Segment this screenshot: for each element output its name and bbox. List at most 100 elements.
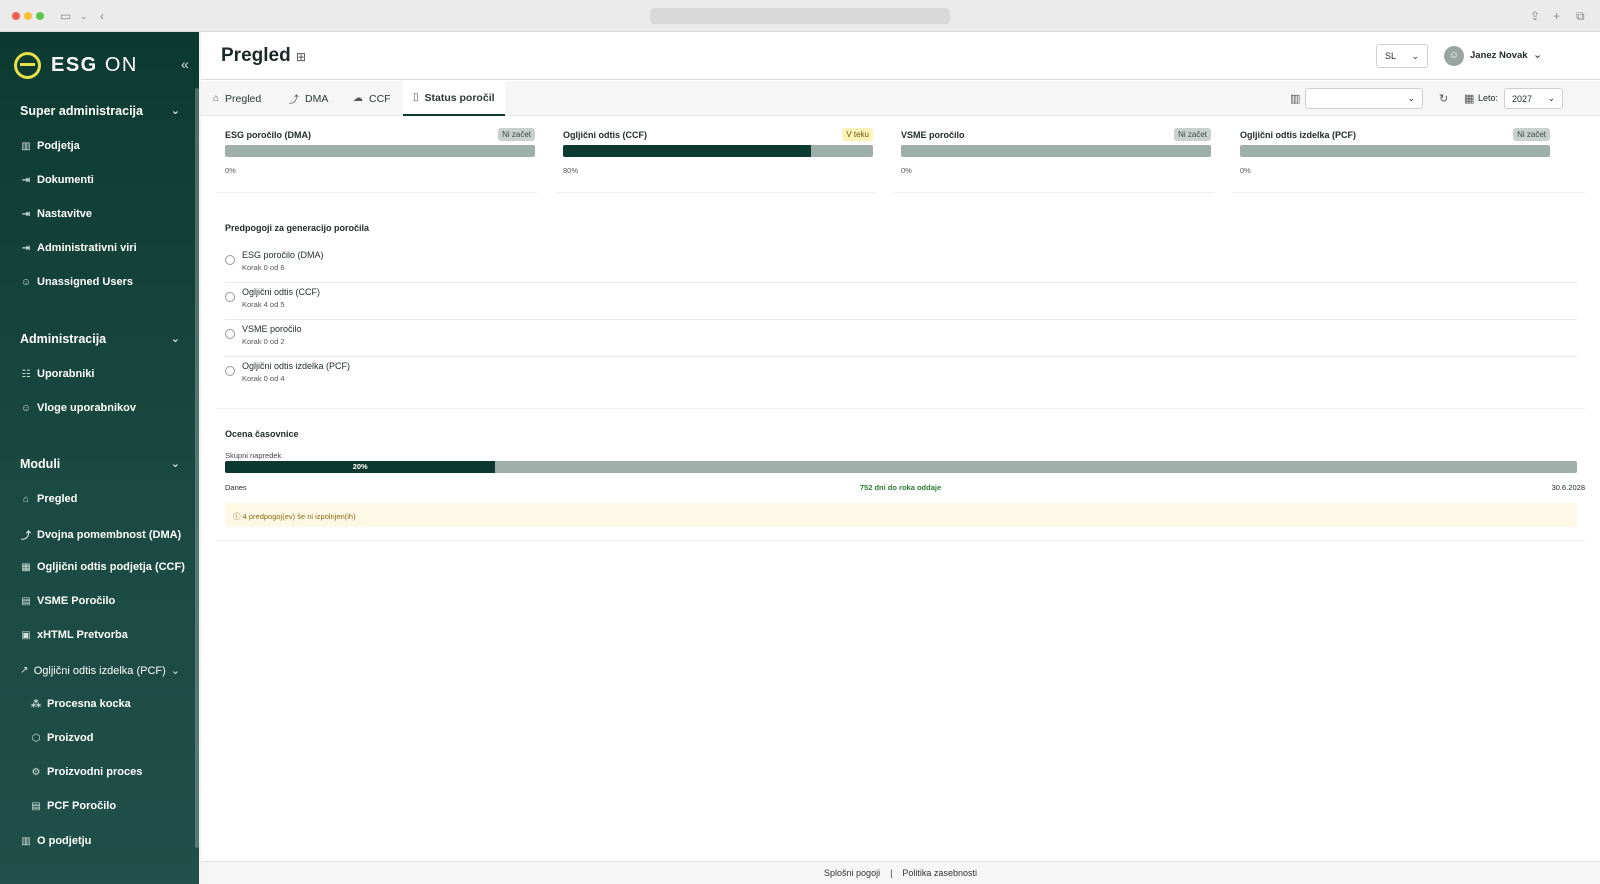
section-divider	[217, 540, 1585, 541]
chevron-down-icon: ⌄	[170, 458, 180, 470]
user-icon: ☺	[20, 276, 32, 288]
card-divider	[556, 192, 876, 193]
warning-message: ⓘ 4 predpogoj(ev) še ni izpolnjen(ih)	[225, 503, 1577, 527]
back-icon[interactable]: ‹	[100, 8, 104, 24]
days-remaining: 752 dni do roka oddaje	[859, 483, 942, 492]
share-icon[interactable]: ⇪	[1530, 8, 1540, 24]
user-name[interactable]: Janez Novak	[1470, 50, 1528, 61]
tab-dma[interactable]: ⤴ DMA	[279, 81, 338, 116]
building-icon: ▥	[21, 140, 31, 152]
year-label: Leto:	[1478, 93, 1499, 103]
status-radio-icon[interactable]	[225, 329, 235, 339]
prerequisite-item[interactable]: Ogljični odtis izdelka (PCF) Korak 0 od …	[225, 358, 1577, 394]
user-cog-icon: ☺	[20, 402, 32, 414]
sidebar-item-procesna-kocka[interactable]: ⁂ Procesna kocka	[30, 698, 131, 710]
sidebar-item-proizvod[interactable]: ⬡ Proizvod	[30, 732, 94, 744]
minimize-window-icon[interactable]	[24, 12, 32, 20]
sidebar-item-o-podjetju[interactable]: ▥ O podjetju	[20, 835, 91, 847]
progress-bar	[1240, 145, 1550, 157]
tabs-overview-icon[interactable]: ⧉	[1576, 8, 1585, 24]
home-icon: ⌂	[22, 493, 30, 505]
progress-bar	[563, 145, 873, 157]
status-radio-icon[interactable]	[225, 292, 235, 302]
status-badge: V teku	[842, 128, 873, 141]
grid-icon[interactable]: ⊞	[296, 50, 306, 64]
report-name: Ogljični odtis (CCF)	[563, 130, 647, 140]
sidebar-toggle-icon[interactable]: ▭	[60, 8, 71, 24]
home-icon: ⌂	[213, 93, 220, 104]
prerequisite-name: VSME poročilo	[242, 324, 302, 334]
terms-link[interactable]: Splošni pogoji	[824, 868, 880, 878]
progress-percent: 0%	[225, 166, 236, 175]
factory-icon: ▦	[21, 561, 31, 573]
close-window-icon[interactable]	[12, 12, 20, 20]
chart-icon: ⤴	[289, 95, 299, 106]
progress-percent: 0%	[1240, 166, 1251, 175]
prerequisite-item[interactable]: Ogljični odtis (CCF) Korak 4 od 5	[225, 284, 1577, 320]
sidebar-item-pcf[interactable]: ↗ Ogljični odtis izdelka (PCF) ⌄	[20, 664, 180, 678]
tab-ccf[interactable]: ☁ CCF	[343, 81, 401, 116]
sidebar-item-pcf-porocilo[interactable]: ▤ PCF Poročilo	[30, 800, 116, 812]
sidebar-item-nastavitve[interactable]: ⇥ Nastavitve	[20, 208, 92, 220]
tab-status-porocil[interactable]: ▯ Status poročil	[403, 81, 505, 116]
chart-icon: ⤴	[21, 531, 31, 542]
sidebar-item-administrativni-viri[interactable]: ⇥ Administrativni viri	[20, 242, 137, 254]
status-radio-icon[interactable]	[225, 366, 235, 376]
progress-bar	[901, 145, 1211, 157]
chevron-down-icon[interactable]: ⌄	[80, 8, 88, 24]
tab-pregled[interactable]: ⌂ Pregled	[203, 81, 271, 116]
sidebar-item-vsme[interactable]: ▤ VSME Poročilo	[20, 595, 115, 607]
progress-percent: 80%	[563, 166, 579, 175]
sidebar-item-uporabniki[interactable]: ☷ Uporabniki	[20, 368, 95, 380]
prerequisite-step: Korak 0 od 6	[242, 263, 285, 272]
footer-separator: |	[890, 868, 893, 878]
file-icon: ▯	[413, 92, 419, 103]
status-radio-icon[interactable]	[225, 255, 235, 265]
brand-name: ESG ON	[51, 53, 138, 76]
cloud-icon: ☁	[353, 93, 363, 104]
section-moduli[interactable]: Moduli ⌄	[20, 457, 180, 471]
card-divider	[1233, 192, 1585, 193]
footer: Splošni pogoji | Politika zasebnosti	[201, 861, 1600, 884]
year-select[interactable]: 2027 ⌄	[1504, 88, 1563, 109]
prerequisite-item[interactable]: VSME poročilo Korak 0 od 2	[225, 321, 1577, 357]
prerequisite-name: Ogljični odtis (CCF)	[242, 287, 321, 297]
building-icon: ▥	[1290, 93, 1301, 105]
line-chart-icon: ↗	[20, 665, 29, 676]
prerequisite-step: Korak 0 od 4	[242, 374, 285, 383]
sidebar-scrollbar[interactable]	[195, 88, 199, 848]
overall-progress-label: Skupni napredek	[225, 451, 282, 460]
collapse-sidebar-icon[interactable]: «	[181, 56, 189, 72]
sidebar-item-podjetja[interactable]: ▥ Podjetja	[20, 140, 80, 152]
brand-logo[interactable]: ESG ON	[14, 50, 138, 80]
card-divider	[217, 192, 537, 193]
chevron-down-icon: ⌄	[170, 333, 180, 345]
section-super-administracija[interactable]: Super administracija ⌄	[20, 104, 180, 118]
overall-progress-fill: 20%	[225, 461, 496, 473]
sidebar-item-vloge-uporabnikov[interactable]: ☺ Vloge uporabnikov	[20, 402, 136, 414]
section-administracija[interactable]: Administracija ⌄	[20, 332, 180, 346]
privacy-link[interactable]: Politika zasebnosti	[902, 868, 977, 878]
sidebar-item-dma[interactable]: ⤴ Dvojna pomembnost (DMA)	[20, 527, 181, 543]
prerequisite-item[interactable]: ESG poročilo (DMA) Korak 0 od 6	[225, 247, 1577, 283]
refresh-icon[interactable]: ↻	[1439, 92, 1448, 105]
language-select[interactable]: SL ⌄	[1376, 44, 1428, 68]
sidebar-item-proizvodni-proces[interactable]: ⚙ Proizvodni proces	[30, 766, 143, 778]
chevron-down-icon[interactable]: ⌄	[1533, 48, 1542, 61]
chevron-down-icon: ⌄	[1411, 50, 1419, 61]
sidebar-item-xhtml[interactable]: ▣ xHTML Pretvorba	[20, 629, 128, 641]
sidebar-item-pregled[interactable]: ⌂ Pregled	[20, 493, 77, 505]
address-bar[interactable]	[650, 8, 950, 24]
avatar[interactable]: ☺	[1444, 46, 1464, 66]
sidebar-item-ccf[interactable]: ▦ Ogljični odtis podjetja (CCF)	[20, 561, 185, 573]
status-badge: Ni začet	[1174, 128, 1211, 141]
maximize-window-icon[interactable]	[36, 12, 44, 20]
main-content: Pregled ⊞ SL ⌄ ☺ Janez Novak ⌄ ⌂ Pregled ⤴…	[201, 32, 1600, 884]
sidebar-item-dokumenti[interactable]: ⇥ Dokumenti	[20, 174, 94, 186]
timeline-title: Ocena časovnice	[225, 429, 299, 439]
company-select[interactable]: ⌄	[1305, 88, 1423, 109]
new-tab-icon[interactable]: +	[1553, 8, 1560, 24]
gear-icon: ⚙	[31, 766, 41, 778]
sidebar: ESG ON « Super administracija ⌄ ▥ Podjetja…	[0, 32, 199, 884]
sidebar-item-unassigned-users[interactable]: ☺ Unassigned Users	[20, 276, 133, 288]
